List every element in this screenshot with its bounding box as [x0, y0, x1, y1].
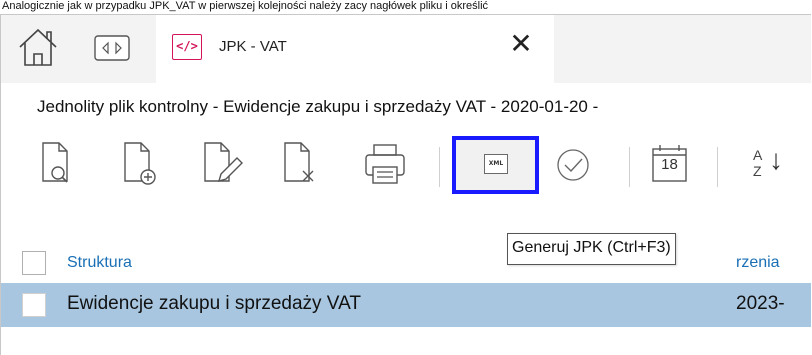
code-icon: </>: [172, 34, 202, 60]
row-checkbox[interactable]: [22, 293, 46, 317]
app-window: </> JPK - VAT ✕ Jednolity plik kontrolny…: [0, 14, 811, 355]
preview-button[interactable]: [39, 137, 89, 193]
grid-header: Struktura rzenia: [1, 243, 811, 283]
tab-bar: </> JPK - VAT ✕: [1, 15, 811, 83]
tooltip: Generuj JPK (Ctrl+F3): [507, 233, 676, 265]
printer-icon: [365, 144, 405, 184]
toolbar-separator: [629, 147, 630, 187]
sort-z-label: Z: [753, 163, 762, 179]
row-name: Ewidencje zakupu i sprzedaży VAT: [67, 293, 361, 314]
tab-jpk-vat[interactable]: </> JPK - VAT ✕: [156, 15, 554, 83]
caption-text: Analogicznie jak w przypadku JPK_VAT w p…: [2, 0, 489, 12]
nav-toggle-icon[interactable]: [94, 35, 130, 61]
select-all-checkbox[interactable]: [22, 251, 46, 275]
close-icon[interactable]: ✕: [506, 29, 536, 59]
edit-button[interactable]: [201, 137, 251, 193]
check-circle-icon: [557, 149, 589, 181]
tab-title: JPK - VAT: [219, 38, 287, 55]
sort-a-label: A: [753, 147, 763, 163]
generate-jpk-button[interactable]: XML: [452, 136, 539, 194]
verify-button[interactable]: [553, 137, 603, 193]
document-edit-icon: [204, 142, 243, 183]
document-search-icon: [42, 142, 68, 183]
sort-button[interactable]: A Z ↓: [745, 137, 795, 193]
print-button[interactable]: [361, 137, 411, 193]
home-icon[interactable]: [16, 25, 60, 69]
toolbar-separator: [439, 147, 440, 187]
row-date: 2023-: [736, 293, 785, 314]
sort-arrow-icon: ↓: [769, 144, 783, 175]
xml-file-icon: XML: [484, 154, 508, 174]
document-title: Jednolity plik kontrolny - Ewidencje zak…: [37, 97, 599, 116]
calendar-day: 18: [661, 156, 678, 173]
calendar-button[interactable]: 18: [645, 137, 695, 193]
document-add-icon: [124, 142, 156, 185]
add-button[interactable]: [121, 137, 171, 193]
delete-button[interactable]: [281, 137, 331, 193]
table-row[interactable]: Ewidencje zakupu i sprzedaży VAT 2023-: [1, 283, 811, 327]
document-delete-icon: [284, 142, 314, 182]
column-struktura[interactable]: Struktura: [67, 254, 132, 272]
column-date[interactable]: rzenia: [736, 254, 780, 272]
toolbar-separator: [717, 147, 718, 187]
toolbar: XML 18 A Z ↓: [1, 136, 811, 197]
